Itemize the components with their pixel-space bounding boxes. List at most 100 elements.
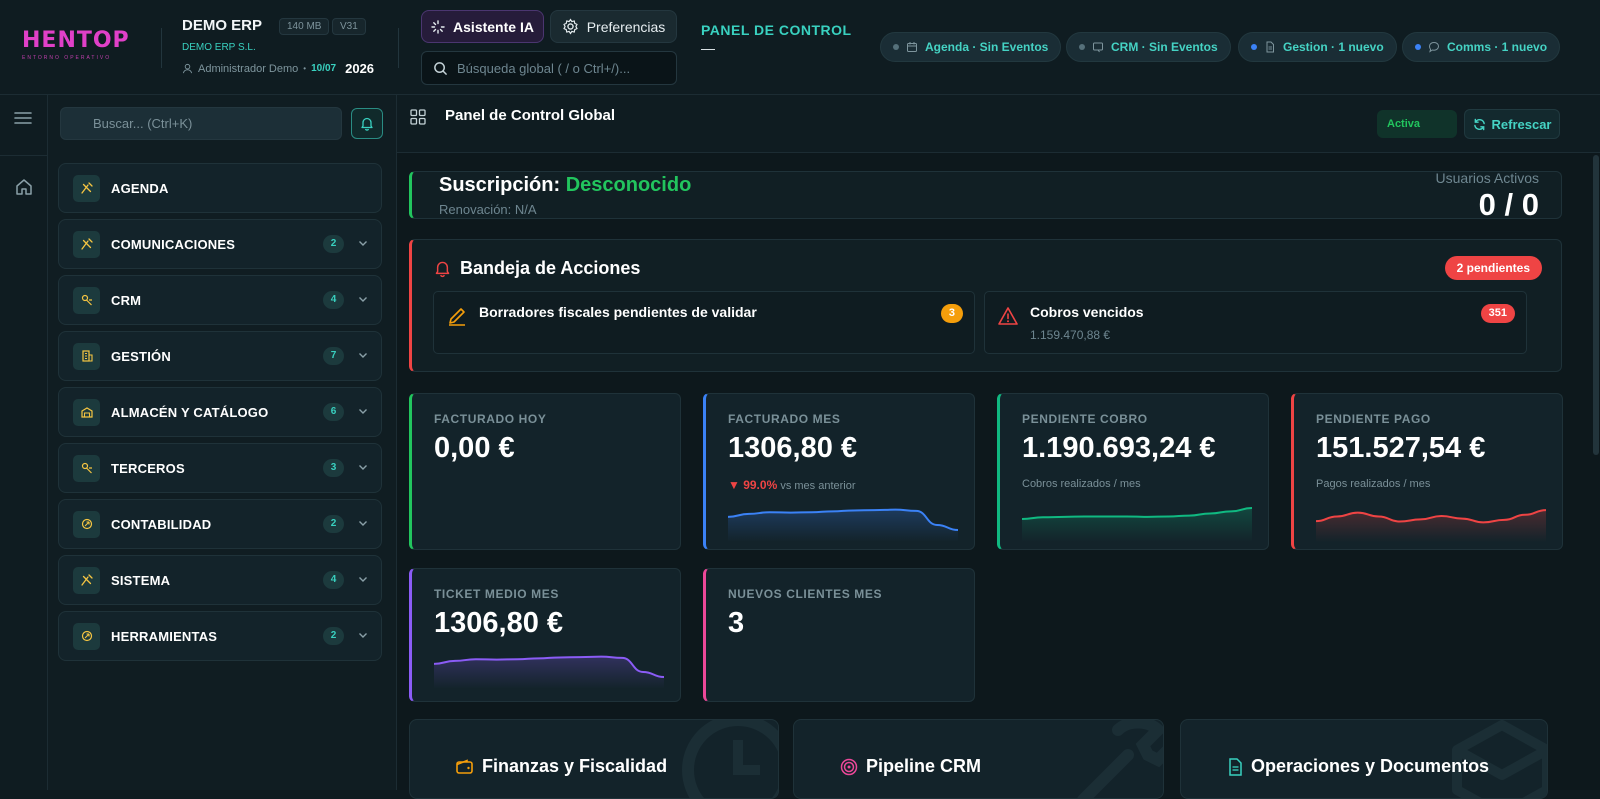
brand-logo[interactable]: HENTOP ENTORNO OPERATIVO (22, 30, 142, 66)
gear-icon (562, 18, 578, 35)
chevron-down-icon[interactable] (358, 351, 368, 359)
kpi-card-nuevos-clientes[interactable]: NUEVOS CLIENTES MES 3 (703, 568, 975, 702)
kpi-card-ticket-medio[interactable]: TICKET MEDIO MES 1306,80 € (409, 568, 681, 702)
kpi-subtitle: Pagos realizados / mes (1316, 478, 1431, 490)
sidebar-search-input[interactable] (93, 108, 333, 139)
ai-assistant-label: Asistente IA (453, 18, 534, 35)
version-badge: V31 (332, 18, 366, 35)
action-count: 351 (1480, 304, 1515, 323)
section-pipeline-crm[interactable]: Pipeline CRM (793, 719, 1164, 799)
left-rail (0, 95, 48, 790)
chip-label: Gestion · 1 nuevo (1283, 40, 1384, 54)
chip-label: Comms · 1 nuevo (1447, 40, 1548, 54)
action-item-overdue-collections[interactable]: Cobros vencidos 1.159.470,88 € 351 (984, 291, 1527, 354)
global-search[interactable] (421, 51, 677, 85)
sidebar-search[interactable] (60, 107, 342, 140)
sidebar-item-crm[interactable]: CRM 4 (58, 275, 382, 325)
section-title-text: Operaciones y Documentos (1251, 756, 1490, 776)
scrollbar-thumb[interactable] (1593, 155, 1599, 455)
sidebar-item-count: 2 (323, 515, 344, 533)
main-scrollbar[interactable] (1592, 153, 1600, 790)
kpi-card-facturado-hoy[interactable]: FACTURADO HOY 0,00 € (409, 393, 681, 550)
module-icon (73, 174, 100, 202)
preferences-button[interactable]: Preferencias (550, 10, 677, 43)
top-bar: HENTOP ENTORNO OPERATIVO DEMO ERP 140 MB… (0, 0, 1600, 95)
kpi-label: FACTURADO MES (728, 412, 841, 426)
module-icon (73, 398, 100, 426)
sidebar-item-label: COMUNICACIONES (111, 236, 236, 252)
module-icon (73, 622, 100, 650)
module-icon (73, 510, 100, 538)
system-icon (80, 574, 93, 586)
contacts-icon (81, 462, 92, 474)
sidebar-item-label: ALMACÉN Y CATÁLOGO (111, 404, 269, 420)
status-badge: Activa (1377, 110, 1457, 138)
sparkline-chart (728, 508, 958, 542)
sparkline-chart (434, 655, 664, 689)
action-count: 3 (940, 304, 963, 323)
home-icon[interactable] (14, 177, 34, 197)
subscription-status: Suscripción: Desconocido (439, 174, 691, 197)
active-users-value: 0 / 0 (1478, 187, 1539, 222)
chevron-down-icon[interactable] (358, 407, 368, 415)
chevron-down-icon[interactable] (358, 631, 368, 639)
warning-icon (998, 307, 1018, 325)
chip-crm[interactable]: CRM · Sin Eventos (1066, 32, 1231, 62)
action-item-fiscal-drafts[interactable]: Borradores fiscales pendientes de valida… (433, 291, 975, 354)
fiscal-year[interactable]: 2026 (345, 61, 374, 76)
section-operaciones[interactable]: Operaciones y Documentos (1180, 719, 1548, 799)
pencil-icon (449, 308, 465, 326)
section-finanzas[interactable]: Finanzas y Fiscalidad (409, 719, 779, 799)
kpi-value: 3 (728, 607, 745, 639)
trend-label: vs mes anterior (780, 480, 856, 492)
sidebar-item-herramientas[interactable]: HERRAMIENTAS 2 (58, 611, 382, 661)
warehouse-icon (80, 407, 93, 418)
communications-icon (80, 238, 93, 250)
main-content: Panel de Control Global Activa Refrescar… (397, 95, 1600, 799)
current-date: 10/07 (311, 63, 337, 74)
kpi-card-pendiente-cobro[interactable]: PENDIENTE COBRO 1.190.693,24 € Cobros re… (997, 393, 1269, 550)
action-title: Cobros vencidos (1030, 304, 1144, 320)
chip-gestion[interactable]: Gestion · 1 nuevo (1238, 32, 1397, 62)
kpi-value: 0,00 € (434, 432, 515, 464)
chevron-down-icon[interactable] (358, 575, 368, 583)
watermark-clock-icon (682, 720, 778, 798)
kpi-card-facturado-mes[interactable]: FACTURADO MES 1306,80 € ▼ 99.0% vs mes a… (703, 393, 975, 550)
chevron-down-icon[interactable] (358, 239, 368, 247)
sidebar-item-label: TERCEROS (111, 460, 185, 476)
sidebar-item-label: CONTABILIDAD (111, 516, 212, 532)
refresh-icon (1473, 118, 1485, 130)
section-subtitle: — (701, 40, 715, 56)
logo-text: HENTOP (22, 28, 130, 53)
chip-comms[interactable]: Comms · 1 nuevo (1402, 32, 1561, 62)
ai-assistant-button[interactable]: Asistente IA (421, 10, 544, 43)
chevron-down-icon[interactable] (358, 463, 368, 471)
sidebar-item-agenda[interactable]: AGENDA (58, 163, 382, 213)
kpi-card-pendiente-pago[interactable]: PENDIENTE PAGO 151.527,54 € Pagos realiz… (1291, 393, 1563, 550)
kpi-subtitle: Cobros realizados / mes (1022, 478, 1141, 490)
sidebar-item-comunicaciones[interactable]: COMUNICACIONES 2 (58, 219, 382, 269)
sidebar-item-contabilidad[interactable]: CONTABILIDAD 2 (58, 499, 382, 549)
sidebar-item-terceros[interactable]: TERCEROS 3 (58, 443, 382, 493)
sidebar-item-sistema[interactable]: SISTEMA 4 (58, 555, 382, 605)
chevron-down-icon[interactable] (358, 295, 368, 303)
kpi-value: 1306,80 € (728, 432, 858, 464)
trend-percent: ▼ 99.0% (728, 478, 778, 492)
refresh-button[interactable]: Refrescar (1464, 109, 1560, 139)
user-info: Administrador Demo • 10/07 2026 (182, 61, 374, 76)
chevron-down-icon[interactable] (358, 519, 368, 527)
crm-icon (1093, 42, 1103, 53)
notifications-button[interactable] (351, 108, 383, 139)
status-dot (893, 44, 899, 50)
global-search-input[interactable] (457, 60, 657, 76)
sidebar-item-almacen[interactable]: ALMACÉN Y CATÁLOGO 6 (58, 387, 382, 437)
preferences-label: Preferencias (586, 18, 666, 35)
module-icon (73, 342, 100, 370)
hamburger-menu-icon[interactable] (14, 111, 32, 125)
app-title: DEMO ERP (182, 17, 263, 34)
tools-icon (81, 630, 92, 642)
sidebar-item-gestion[interactable]: GESTIÓN 7 (58, 331, 382, 381)
chip-agenda[interactable]: Agenda · Sin Eventos (880, 32, 1062, 62)
bell-icon (361, 117, 373, 131)
kpi-label: PENDIENTE PAGO (1316, 412, 1431, 426)
